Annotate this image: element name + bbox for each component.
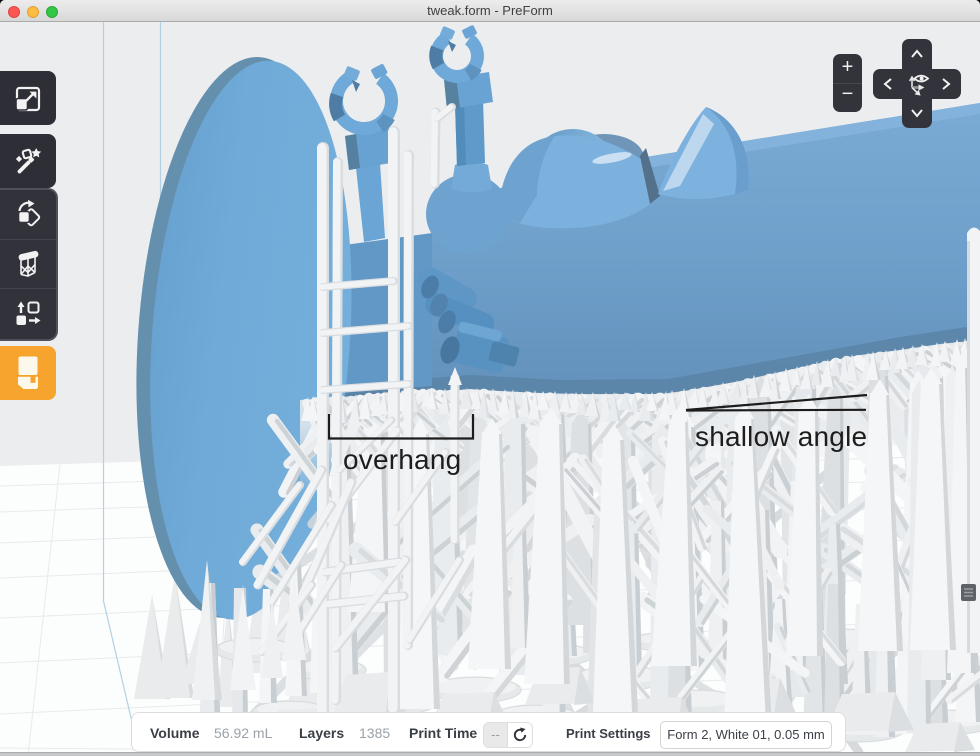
svg-text:shallow angle: shallow angle [695, 421, 867, 452]
svg-text:overhang: overhang [343, 444, 461, 475]
